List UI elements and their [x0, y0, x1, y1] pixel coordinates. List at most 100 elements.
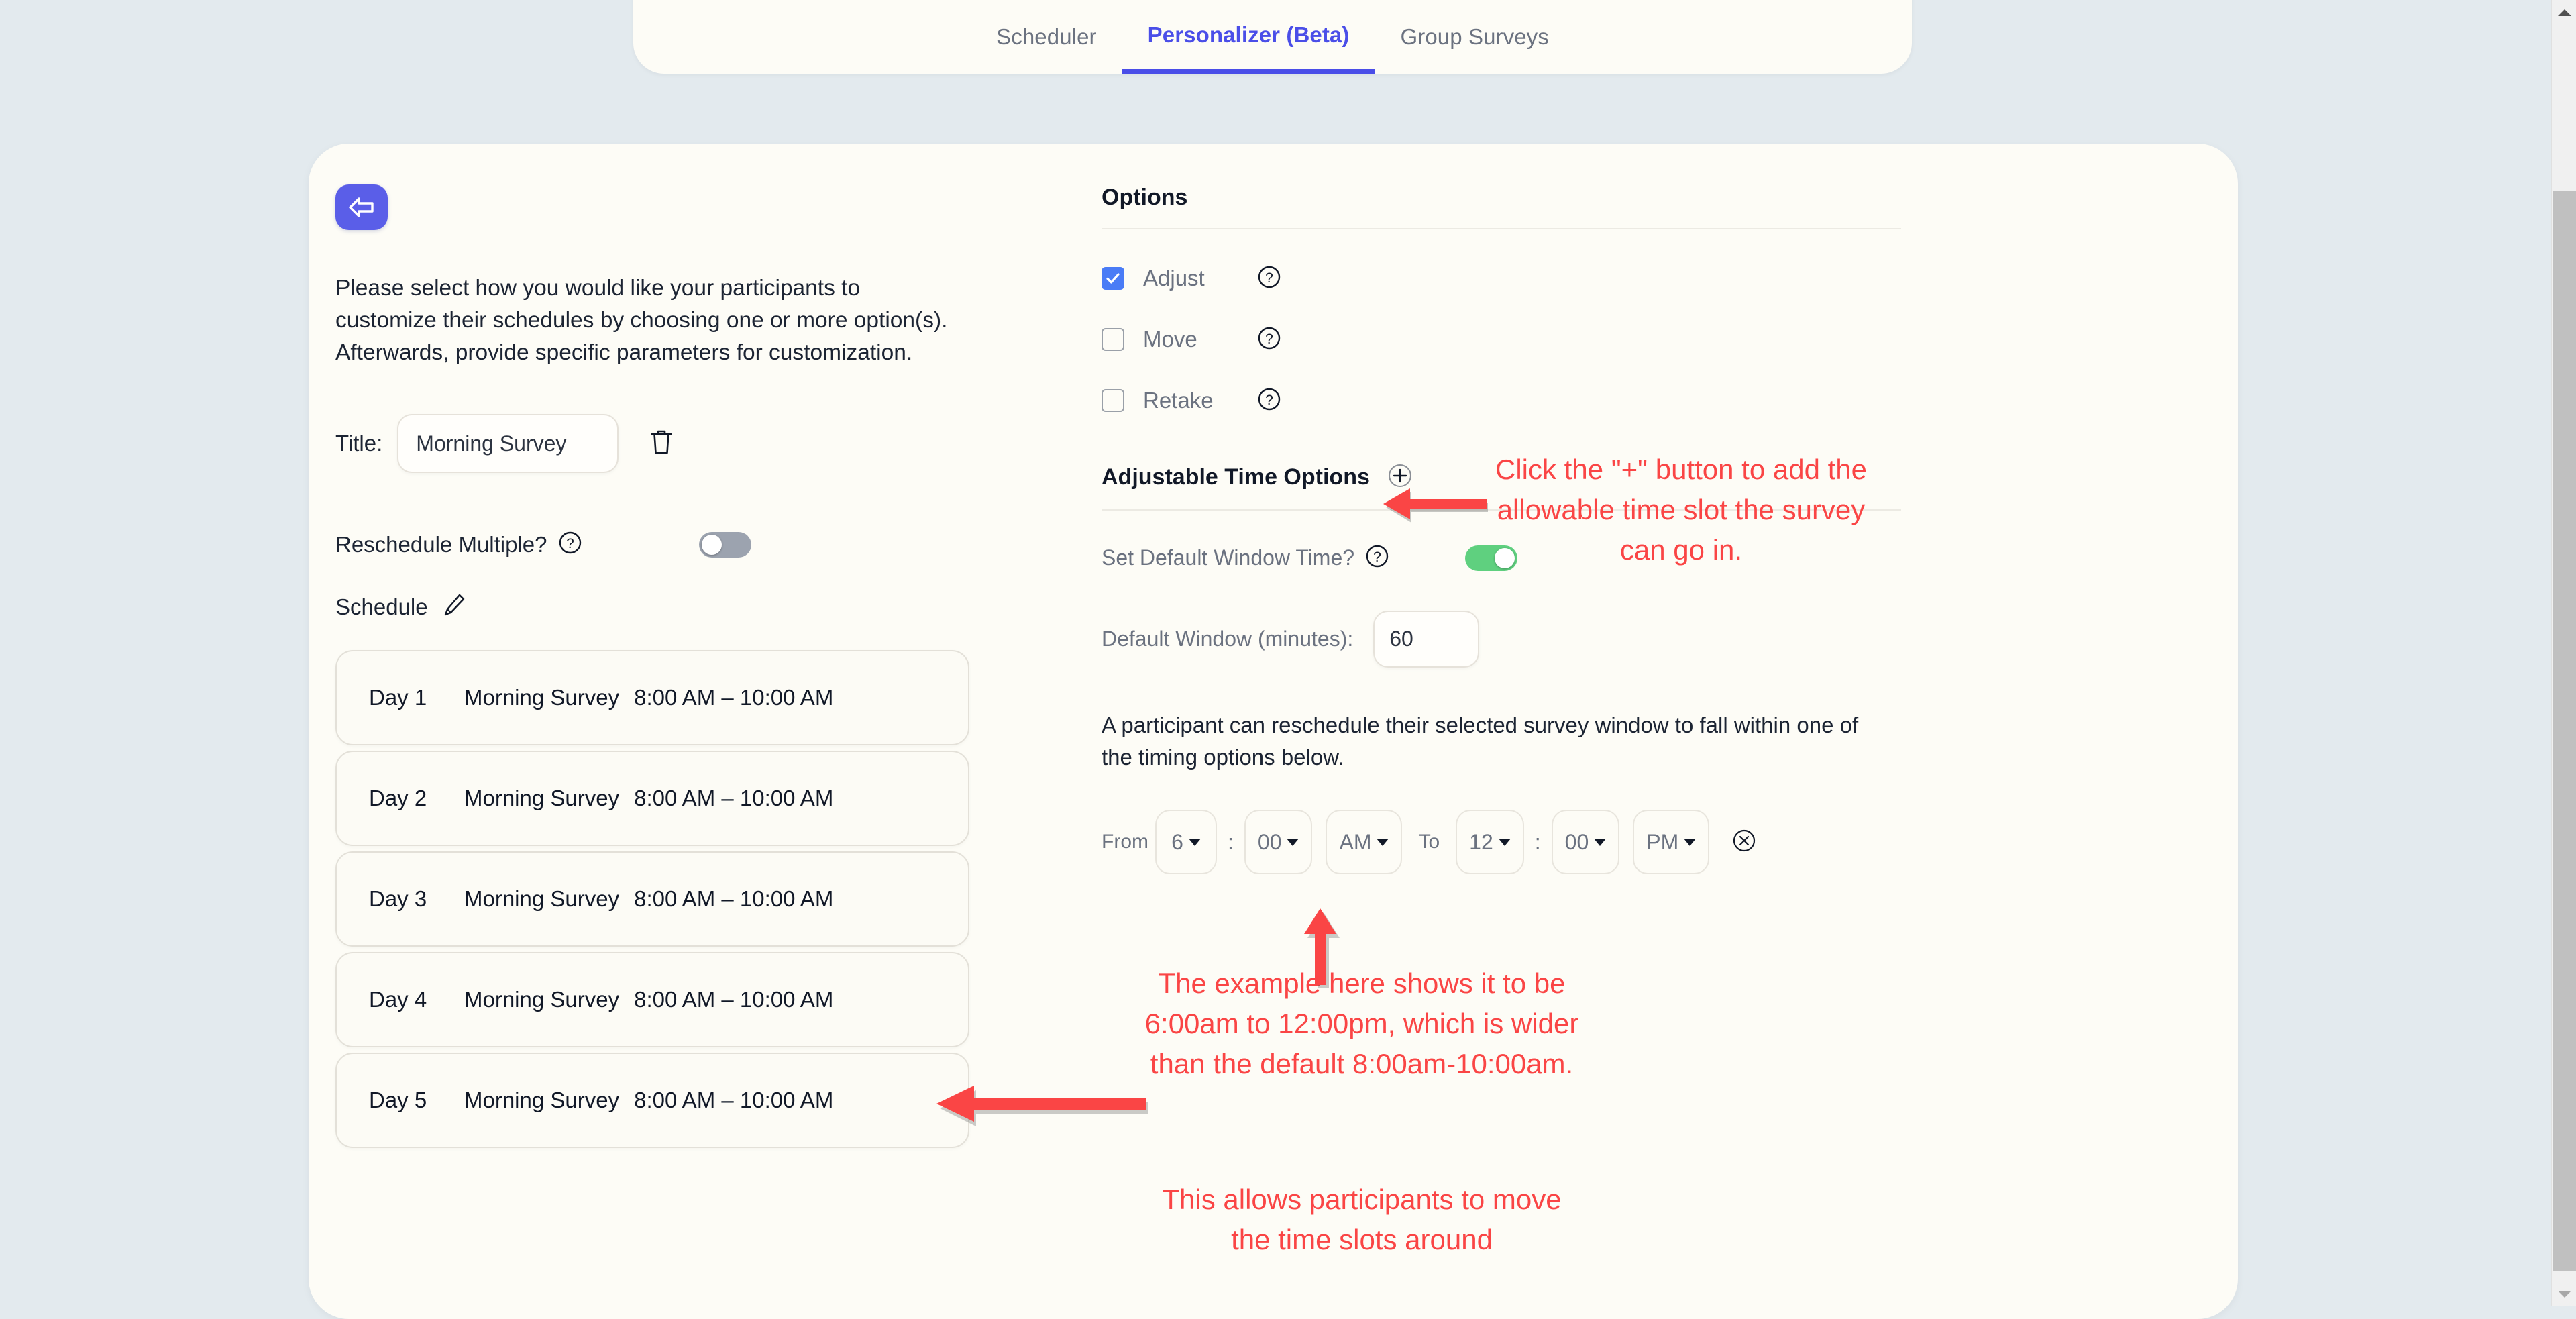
set-default-window-row: Set Default Window Time? ?	[1102, 544, 1517, 572]
options-list: Adjust ? Move ? Retake ?	[1102, 258, 1907, 421]
tab-personalizer[interactable]: Personalizer (Beta)	[1122, 0, 1375, 74]
left-panel: Please select how you would like your pa…	[335, 184, 1026, 1153]
from-meridiem-value: AM	[1339, 829, 1372, 854]
delete-title-button[interactable]	[648, 427, 675, 460]
toggle-knob	[702, 534, 722, 555]
schedule-item-day-1[interactable]: Day 1 Morning Survey 8:00 AM – 10:00 AM	[335, 650, 969, 745]
svg-text:?: ?	[1265, 331, 1273, 347]
move-label: Move	[1143, 327, 1197, 352]
trash-icon	[651, 430, 672, 454]
time-range-row: From 6 : 00 AM To 12 : 00 PM	[1102, 810, 1907, 874]
svg-text:?: ?	[1373, 549, 1381, 565]
annotation-arrow-to-minute-select	[1304, 908, 1340, 988]
close-circle-icon	[1733, 829, 1756, 851]
from-hour-select[interactable]: 6	[1155, 810, 1217, 874]
schedule-day-label: Day 4	[369, 987, 427, 1012]
intro-text: Please select how you would like your pa…	[335, 276, 948, 365]
schedule-time-range: 8:00 AM – 10:00 AM	[634, 1088, 834, 1112]
schedule-row: Schedule	[335, 592, 1026, 622]
schedule-survey-name: Morning Survey	[464, 786, 620, 810]
schedule-day-label: Day 1	[369, 685, 427, 710]
to-minute-value: 00	[1564, 829, 1589, 854]
retake-checkbox[interactable]	[1102, 389, 1124, 412]
from-minute-select[interactable]: 00	[1244, 810, 1313, 874]
tab-group-surveys[interactable]: Group Surveys	[1375, 0, 1574, 74]
chevron-down-icon	[1377, 838, 1389, 846]
options-title: Options	[1102, 184, 1188, 210]
from-hour-value: 6	[1171, 829, 1183, 854]
option-row-move: Move ?	[1102, 319, 1907, 360]
from-meridiem-select[interactable]: AM	[1326, 810, 1403, 874]
question-circle-icon: ?	[1366, 545, 1389, 568]
to-hour-select[interactable]: 12	[1456, 810, 1524, 874]
reschedule-multiple-toggle[interactable]	[699, 531, 751, 558]
annotation-move-note: This allows participants to move the tim…	[1162, 1183, 1562, 1255]
adjust-checkbox[interactable]	[1102, 267, 1124, 290]
page-scrollbar[interactable]	[2551, 0, 2576, 1306]
chevron-down-icon	[1594, 838, 1607, 846]
back-button[interactable]	[335, 184, 388, 230]
schedule-item-day-5[interactable]: Day 5 Morning Survey 8:00 AM – 10:00 AM	[335, 1053, 969, 1148]
schedule-day-label: Day 5	[369, 1088, 427, 1112]
schedule-list: Day 1 Morning Survey 8:00 AM – 10:00 AM …	[335, 650, 969, 1148]
retake-help-button[interactable]: ?	[1257, 387, 1281, 415]
schedule-item-day-3[interactable]: Day 3 Morning Survey 8:00 AM – 10:00 AM	[335, 851, 969, 947]
to-minute-select[interactable]: 00	[1551, 810, 1620, 874]
tab-strip: Scheduler Personalizer (Beta) Group Surv…	[633, 0, 1912, 74]
schedule-item-day-2[interactable]: Day 2 Morning Survey 8:00 AM – 10:00 AM	[335, 751, 969, 846]
top-tab-card: Scheduler Personalizer (Beta) Group Surv…	[633, 0, 1912, 74]
from-label: From	[1102, 831, 1148, 853]
adjust-label: Adjust	[1143, 266, 1205, 291]
schedule-day-label: Day 3	[369, 886, 427, 911]
remove-time-range-button[interactable]	[1731, 827, 1758, 857]
adjustable-time-options-title: Adjustable Time Options	[1102, 464, 1370, 490]
to-colon: :	[1534, 829, 1541, 854]
check-icon	[1106, 273, 1120, 284]
annotation-example-note: The example here shows it to be 6:00am t…	[1144, 967, 1579, 1079]
default-window-input[interactable]	[1373, 611, 1480, 668]
scroll-up-button[interactable]	[2552, 0, 2576, 25]
chevron-down-icon	[1684, 838, 1697, 846]
options-header: Options	[1102, 184, 1901, 229]
schedule-time-range: 8:00 AM – 10:00 AM	[634, 786, 834, 810]
scroll-down-button[interactable]	[2552, 1281, 2576, 1306]
arrow-left-icon	[349, 197, 374, 217]
schedule-item-day-4[interactable]: Day 4 Morning Survey 8:00 AM – 10:00 AM	[335, 952, 969, 1047]
annotation-arrow-to-day-5	[936, 1086, 1148, 1126]
schedule-time-range: 8:00 AM – 10:00 AM	[634, 886, 834, 911]
annotation-arrow-to-plus-button	[1383, 488, 1488, 523]
caret-up-icon	[2557, 9, 2571, 16]
svg-text:?: ?	[1265, 270, 1273, 286]
set-default-window-help-button[interactable]: ?	[1365, 544, 1389, 572]
to-meridiem-select[interactable]: PM	[1633, 810, 1710, 874]
title-label: Title:	[335, 431, 383, 456]
schedule-label: Schedule	[335, 594, 428, 619]
chevron-down-icon	[1287, 838, 1299, 846]
default-window-label: Default Window (minutes):	[1102, 627, 1354, 651]
to-meridiem-value: PM	[1646, 829, 1679, 854]
schedule-time-range: 8:00 AM – 10:00 AM	[634, 685, 834, 710]
pencil-icon	[444, 594, 464, 616]
adjust-help-button[interactable]: ?	[1257, 265, 1281, 293]
question-circle-icon: ?	[1258, 266, 1281, 288]
question-circle-icon: ?	[559, 531, 581, 554]
schedule-day-label: Day 2	[369, 786, 427, 810]
title-row: Title:	[335, 414, 1026, 473]
tab-scheduler[interactable]: Scheduler	[971, 0, 1122, 74]
schedule-time-range: 8:00 AM – 10:00 AM	[634, 987, 834, 1012]
set-default-window-label: Set Default Window Time?	[1102, 545, 1355, 570]
move-checkbox[interactable]	[1102, 328, 1124, 351]
chevron-down-icon	[1188, 838, 1201, 846]
reschedule-multiple-help-button[interactable]: ?	[558, 531, 582, 558]
scroll-thumb[interactable]	[2553, 191, 2576, 1271]
svg-text:?: ?	[566, 536, 574, 551]
reschedule-description: A participant can reschedule their selec…	[1102, 713, 1859, 770]
move-help-button[interactable]: ?	[1257, 326, 1281, 354]
option-row-retake: Retake ?	[1102, 380, 1907, 421]
schedule-survey-name: Morning Survey	[464, 987, 620, 1012]
title-input[interactable]	[397, 414, 619, 473]
edit-schedule-button[interactable]	[441, 592, 467, 622]
caret-down-icon	[2557, 1290, 2571, 1298]
schedule-survey-name: Morning Survey	[464, 685, 620, 710]
question-circle-icon: ?	[1258, 327, 1281, 349]
